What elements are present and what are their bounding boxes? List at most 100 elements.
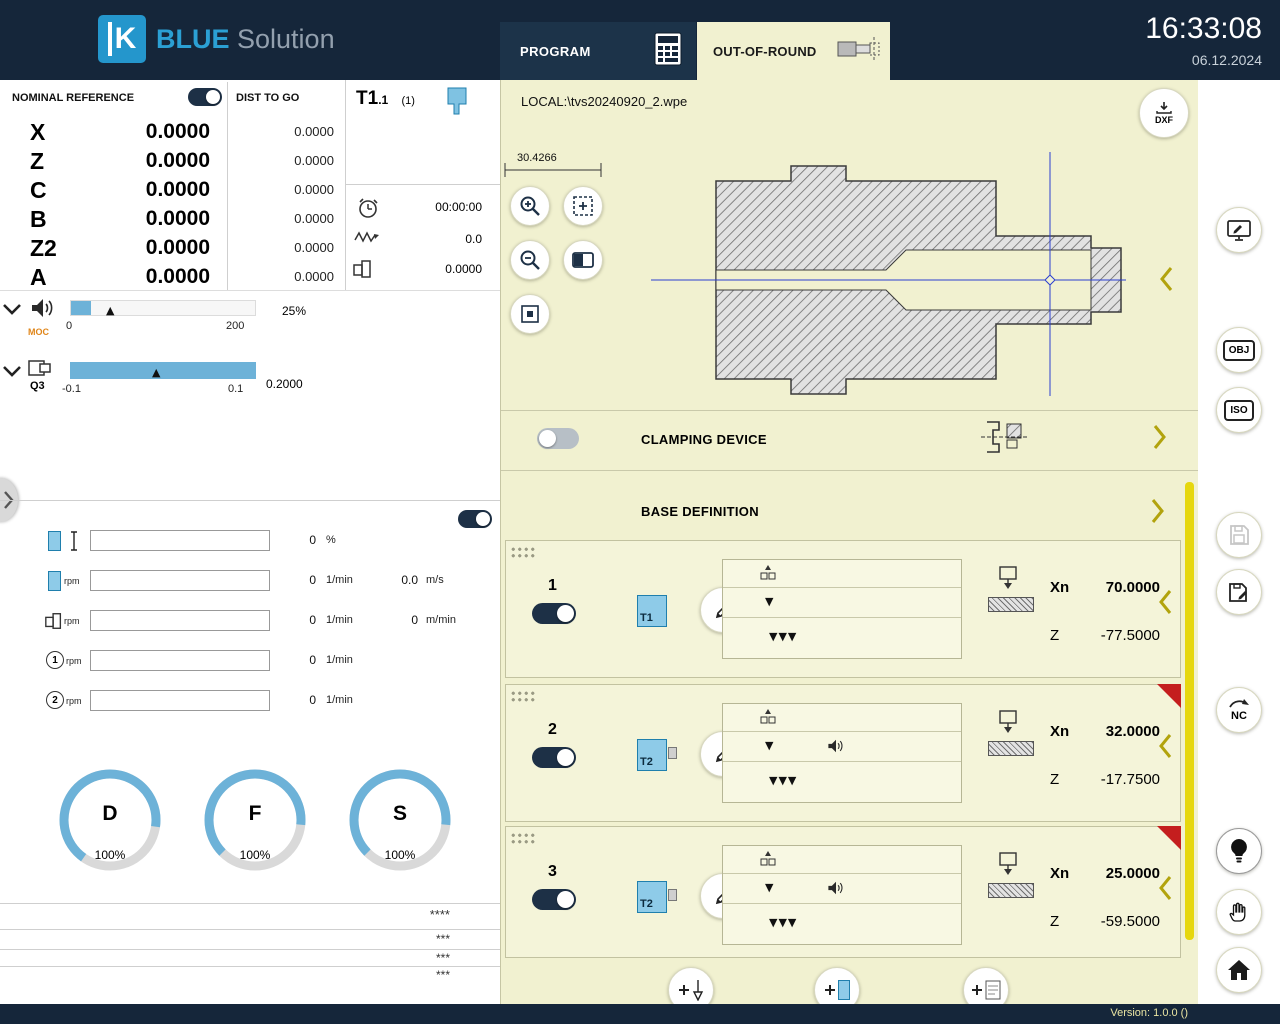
drag-handle[interactable] [510, 546, 536, 559]
chevron-left-icon [1158, 875, 1172, 901]
drag-handle[interactable] [510, 832, 536, 845]
chevron-down-icon[interactable] [2, 302, 22, 320]
gauge-s[interactable]: S 100% [344, 764, 456, 876]
dxf-export-button[interactable]: DXF [1139, 88, 1189, 138]
row-collapse-chevron[interactable] [1158, 589, 1172, 620]
axis-dist: 0.0000 [238, 176, 334, 204]
gauge-d[interactable]: D 100% [54, 764, 166, 876]
row-collapse-chevron[interactable] [1158, 875, 1172, 906]
feed-input-0[interactable] [90, 530, 270, 551]
spindle-slider[interactable] [70, 300, 256, 316]
feed-input-4[interactable] [90, 690, 270, 711]
zoom-fit-button[interactable] [563, 186, 603, 226]
clamping-device-label: CLAMPING DEVICE [641, 432, 767, 447]
download-icon [1155, 102, 1173, 114]
save-as-button[interactable] [1216, 569, 1262, 615]
drawing-collapse-chevron[interactable] [1159, 266, 1173, 297]
row-collapse-chevron[interactable] [1158, 733, 1172, 764]
hand-pointer-icon [1227, 900, 1251, 924]
gauge-letter: S [344, 802, 456, 826]
row-enable-toggle[interactable] [532, 889, 576, 910]
slider-pointer[interactable]: ▲ [152, 366, 160, 379]
divider [501, 470, 1198, 471]
feed-value: 0 [278, 533, 316, 547]
axis-value: 0.0000 [80, 147, 210, 175]
gauge-pct: 100% [199, 848, 311, 862]
nc-transfer-button[interactable]: NC [1216, 687, 1262, 733]
chevron-down-icon[interactable] [2, 364, 22, 382]
axis-value: 0.0000 [80, 176, 210, 204]
iso-view-button[interactable]: ISO [1216, 387, 1262, 433]
save-edit-icon [1227, 580, 1251, 604]
add-note-button[interactable] [963, 967, 1009, 1004]
logo-letter: K [108, 22, 137, 56]
clamping-expand-chevron[interactable] [1153, 424, 1167, 455]
plus-icon [972, 985, 982, 995]
app-logo: K [98, 15, 146, 63]
tool-config-dropdown[interactable]: ▼ ▼▼▼ [722, 845, 962, 945]
slider-pointer[interactable]: ▲ [106, 304, 114, 317]
screen-edit-button[interactable] [1216, 207, 1262, 253]
feed-value: 0 [278, 573, 316, 587]
xn-label: Xn [1050, 865, 1069, 882]
dropdown-row[interactable]: ▼ [723, 588, 961, 618]
base-definition-chevron[interactable] [1151, 498, 1165, 529]
divider [0, 949, 500, 950]
feed-value2: 0 [370, 613, 418, 627]
obj-view-button[interactable]: OBJ [1216, 327, 1262, 373]
row-number: 3 [548, 863, 557, 881]
tab-program[interactable]: PROGRAM [500, 22, 696, 80]
dropdown-row[interactable]: ▼ [723, 874, 961, 904]
dropdown-row[interactable] [723, 846, 961, 874]
dropdown-row[interactable]: ▼▼▼ [723, 618, 961, 658]
add-tool-button[interactable] [668, 967, 714, 1004]
row-enable-toggle[interactable] [532, 747, 576, 768]
save-icon [1227, 523, 1251, 547]
tool-config-dropdown[interactable]: ▼ ▼▼▼ [722, 703, 962, 803]
date: 06.12.2024 [1062, 52, 1262, 68]
light-mode-button[interactable] [1216, 828, 1262, 874]
sound-monitor-icon [827, 879, 845, 902]
gauge-f[interactable]: F 100% [199, 764, 311, 876]
note-icon [985, 980, 1001, 1000]
feed-input-3[interactable] [90, 650, 270, 671]
tab-out-of-round[interactable]: OUT-OF-ROUND [697, 22, 890, 80]
obj-badge: OBJ [1223, 340, 1256, 361]
badge-number: 1 [52, 655, 58, 666]
zoom-in-button[interactable] [510, 186, 550, 226]
home-button[interactable] [1216, 947, 1262, 993]
dropdown-row[interactable] [723, 560, 961, 588]
add-insert-button[interactable] [814, 967, 860, 1004]
z-value: -59.5000 [1072, 913, 1160, 930]
dropdown-row[interactable] [723, 704, 961, 732]
transfer-arrow-icon [1228, 699, 1250, 709]
dropdown-row[interactable]: ▼▼▼ [723, 904, 961, 944]
clamping-device-toggle[interactable] [537, 428, 579, 449]
zoom-out-button[interactable] [510, 240, 550, 280]
part-drawing: 30.4266 [501, 146, 1197, 406]
center-view-button[interactable] [510, 294, 550, 334]
display-mode-button[interactable] [563, 240, 603, 280]
xn-value: 32.0000 [1072, 723, 1160, 740]
feed-section-toggle[interactable] [458, 510, 492, 528]
xn-value: 70.0000 [1072, 579, 1160, 596]
feed-input-1[interactable] [90, 570, 270, 591]
base-definition-row-2: 2 T2 ▼ ▼▼▼ Xn 32.0000 [505, 684, 1181, 822]
program-panel: LOCAL:\tvs20240920_2.wpe DXF 30.4266 [500, 80, 1198, 1004]
axis-row: C 0.0000 0.0000 [0, 176, 345, 204]
feed-input-2[interactable] [90, 610, 270, 631]
nominal-actual-toggle[interactable] [188, 88, 222, 106]
dropdown-row[interactable]: ▼ [723, 732, 961, 762]
feed-label: rpm [66, 696, 82, 706]
dropdown-row[interactable]: ▼▼▼ [723, 762, 961, 802]
tool-config-dropdown[interactable]: ▼ ▼▼▼ [722, 559, 962, 659]
feed-unit: 1/min [326, 694, 353, 706]
status-row: *** [380, 932, 450, 946]
drag-handle[interactable] [510, 690, 536, 703]
scrollbar[interactable] [1185, 482, 1194, 940]
feed-label: rpm [66, 656, 82, 666]
q3-slider[interactable] [70, 362, 256, 379]
touch-mode-button[interactable] [1216, 889, 1262, 935]
row-enable-toggle[interactable] [532, 603, 576, 624]
axis-row: X 0.0000 0.0000 [0, 118, 345, 146]
